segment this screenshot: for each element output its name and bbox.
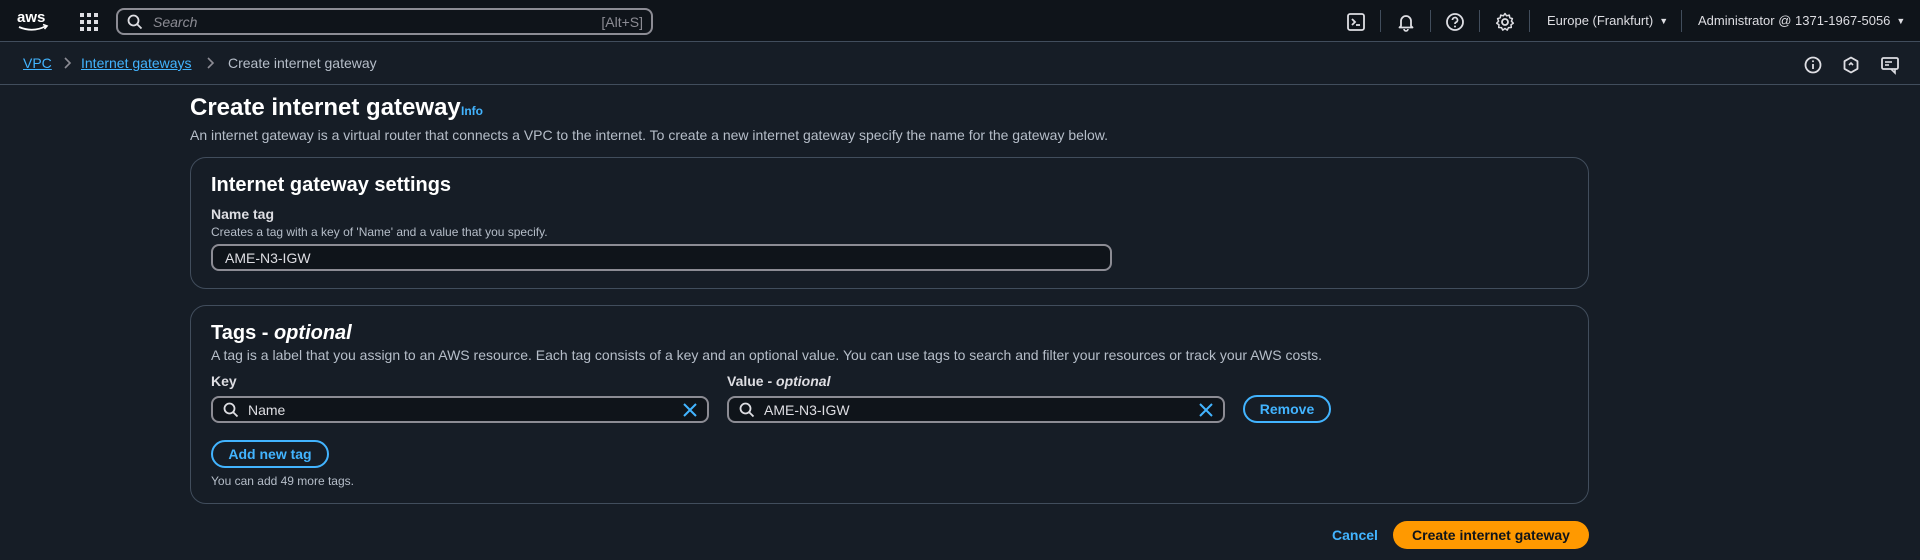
top-navigation: aws Search [Alt+S] Europe (Frankfurt) ▼ … <box>0 0 1920 42</box>
search-placeholder: Search <box>153 14 198 30</box>
caret-down-icon: ▼ <box>1659 16 1669 26</box>
breadcrumb-bar: VPC Internet gateways Create internet ga… <box>0 42 1920 85</box>
account-menu[interactable]: Administrator @ 1371-1967-5056 ▼ <box>1698 13 1905 28</box>
services-grid-icon[interactable] <box>78 11 100 33</box>
breadcrumb-internet-gateways[interactable]: Internet gateways <box>81 55 192 71</box>
feedback-icon[interactable] <box>1880 55 1900 75</box>
name-tag-label: Name tag <box>211 206 275 222</box>
search-icon <box>127 14 143 30</box>
settings-title: Internet gateway settings <box>211 174 452 196</box>
breadcrumb-current: Create internet gateway <box>228 55 377 71</box>
name-tag-value: AME-N3-IGW <box>225 250 311 266</box>
tag-key-label: Key <box>211 373 237 389</box>
tag-key-input[interactable]: Name <box>211 396 709 423</box>
account-label: Administrator @ 1371-1967-5056 <box>1698 13 1891 28</box>
breadcrumb-vpc[interactable]: VPC <box>23 55 52 71</box>
aws-logo[interactable]: aws <box>16 8 50 34</box>
clear-icon[interactable] <box>1198 402 1214 418</box>
page-description: An internet gateway is a virtual router … <box>190 127 1109 143</box>
tags-panel: Tags - optional A tag is a label that yo… <box>190 305 1589 504</box>
create-internet-gateway-button[interactable]: Create internet gateway <box>1393 521 1589 549</box>
hexagon-icon[interactable] <box>1841 55 1861 75</box>
gear-icon[interactable] <box>1495 12 1515 32</box>
clear-icon[interactable] <box>682 402 698 418</box>
tags-title: Tags - optional <box>211 322 352 344</box>
remaining-tags-hint: You can add 49 more tags. <box>211 474 354 488</box>
remove-tag-button[interactable]: Remove <box>1243 395 1331 423</box>
cancel-button[interactable]: Cancel <box>1332 527 1378 543</box>
region-label: Europe (Frankfurt) <box>1547 13 1654 28</box>
tags-description: A tag is a label that you assign to an A… <box>211 347 1323 363</box>
tag-value-input[interactable]: AME-N3-IGW <box>727 396 1225 423</box>
svg-text:aws: aws <box>17 9 45 26</box>
nav-divider <box>1380 10 1381 32</box>
name-tag-hint: Creates a tag with a key of 'Name' and a… <box>211 225 548 239</box>
global-search[interactable]: Search [Alt+S] <box>116 8 653 35</box>
tag-key-value: Name <box>248 402 286 418</box>
search-shortcut: [Alt+S] <box>601 14 643 30</box>
info-panel-icon[interactable] <box>1803 55 1823 75</box>
nav-divider <box>1479 10 1480 32</box>
nav-divider <box>1681 10 1682 32</box>
nav-divider <box>1529 10 1530 32</box>
add-new-tag-button[interactable]: Add new tag <box>211 440 329 468</box>
chevron-right-icon <box>64 57 72 69</box>
nav-divider <box>1430 10 1431 32</box>
tag-value-value: AME-N3-IGW <box>764 402 850 418</box>
info-link[interactable]: Info <box>461 104 483 118</box>
chevron-right-icon <box>207 57 215 69</box>
search-icon <box>223 402 239 418</box>
caret-down-icon: ▼ <box>1896 16 1906 26</box>
name-tag-input[interactable]: AME-N3-IGW <box>211 244 1112 271</box>
internet-gateway-settings-panel: Internet gateway settings Name tag Creat… <box>190 157 1589 289</box>
page-title: Create internet gateway <box>190 94 461 121</box>
region-selector[interactable]: Europe (Frankfurt) ▼ <box>1547 13 1668 28</box>
help-icon[interactable] <box>1445 12 1465 32</box>
bell-icon[interactable] <box>1396 12 1416 32</box>
search-icon <box>739 402 755 418</box>
tag-value-label: Value - optional <box>727 373 831 389</box>
cloudshell-icon[interactable] <box>1346 12 1366 32</box>
